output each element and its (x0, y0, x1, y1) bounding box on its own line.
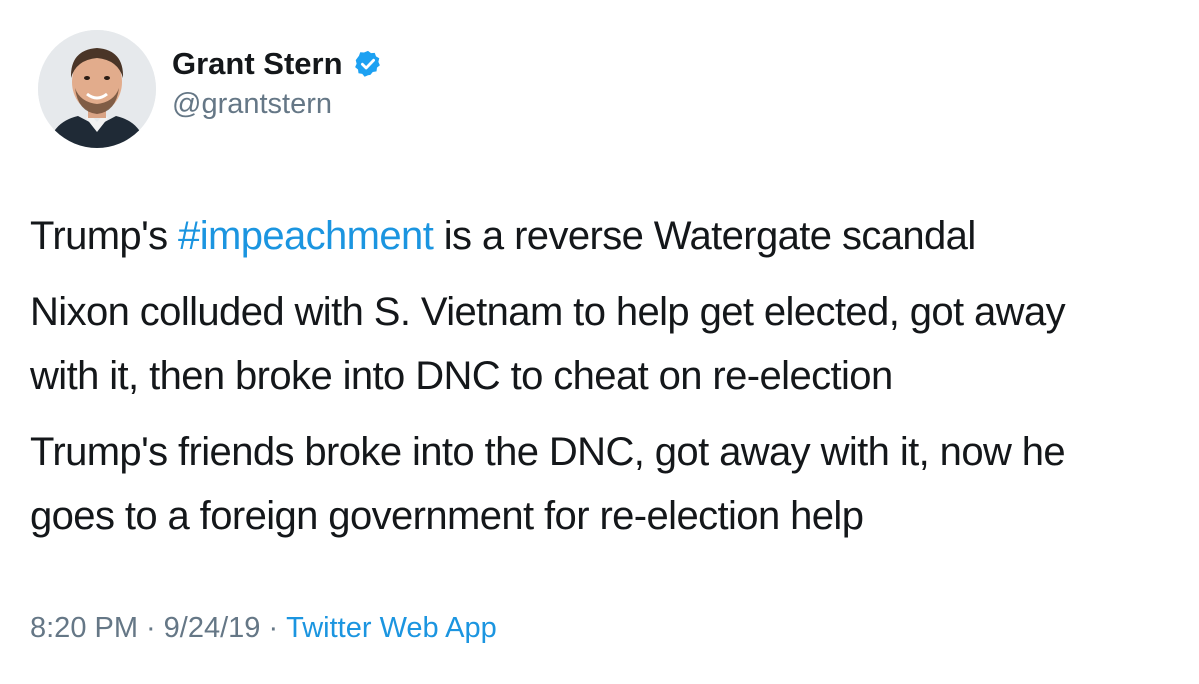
handle[interactable]: @grantstern (172, 88, 383, 121)
tweet-paragraph-2: Nixon colluded with S. Vietnam to help g… (30, 280, 1199, 408)
display-name[interactable]: Grant Stern (172, 46, 343, 82)
tweet-text: Trump's #impeachment is a reverse Waterg… (30, 204, 1199, 560)
tweet-paragraph-3: Trump's friends broke into the DNC, got … (30, 420, 1199, 548)
source-app-link[interactable]: Twitter Web App (286, 612, 497, 644)
author-names: Grant Stern @grantstern (172, 44, 383, 121)
separator: · (146, 612, 156, 644)
tweet-paragraph-1: Trump's #impeachment is a reverse Waterg… (30, 204, 1199, 268)
tweet-metadata: 8:20 PM · 9/24/19 · Twitter Web App (30, 612, 497, 645)
name-row: Grant Stern (172, 44, 383, 84)
separator: · (268, 612, 279, 644)
tweet-text-line: Nixon colluded with S. Vietnam to help g… (30, 290, 1066, 334)
tweet-text-line: goes to a foreign government for re-elec… (30, 494, 864, 538)
tweet-date[interactable]: 9/24/19 (164, 612, 261, 644)
tweet-time[interactable]: 8:20 PM (30, 612, 138, 644)
verified-badge-icon (353, 49, 383, 79)
hashtag-link[interactable]: #impeachment (178, 214, 434, 258)
tweet-text-segment: Trump's (30, 214, 179, 258)
tweet-card: Grant Stern @grantstern Trump's #impeach… (0, 0, 1199, 684)
avatar[interactable] (38, 30, 156, 148)
tweet-text-line: with it, then broke into DNC to cheat on… (30, 354, 893, 398)
tweet-text-segment: is a reverse Watergate scandal (433, 214, 977, 258)
tweet-text-line: Trump's friends broke into the DNC, got … (30, 430, 1066, 474)
profile-photo-icon (38, 30, 156, 148)
